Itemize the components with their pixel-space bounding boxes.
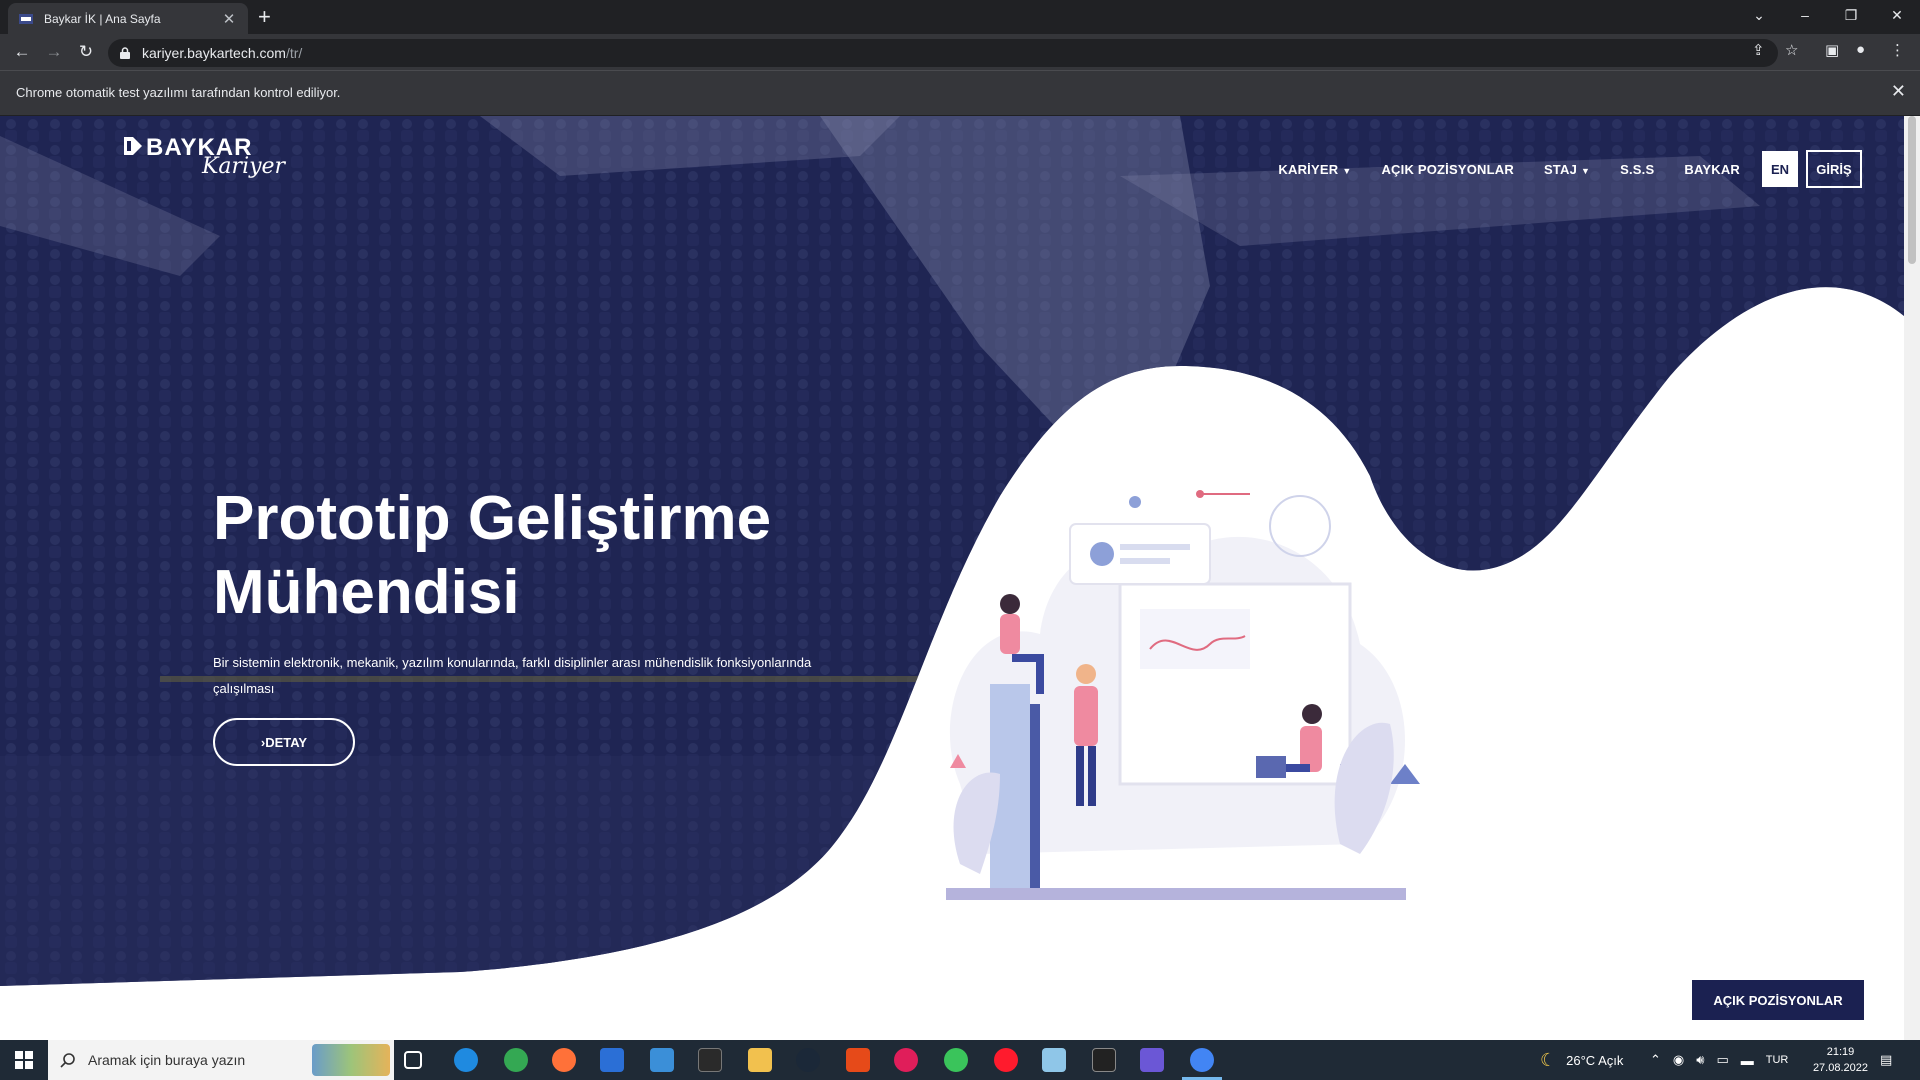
restore-button[interactable]: ❐ <box>1828 0 1874 30</box>
team-illustration <box>946 490 1420 900</box>
baykar-logo-mark-icon <box>124 137 142 155</box>
windows-logo-icon <box>15 1051 33 1069</box>
slack-icon[interactable] <box>894 1048 918 1072</box>
chevron-up-icon[interactable]: ⌃ <box>1650 1052 1661 1068</box>
browser-tabstrip: Baykar İK | Ana Sayfa ✕ + ⌄ – ❐ ✕ <box>0 0 1920 34</box>
open-positions-float-button[interactable]: AÇIK POZİSYONLAR <box>1692 980 1864 1020</box>
minimize-button[interactable]: – <box>1782 0 1828 30</box>
lock-icon <box>120 47 130 59</box>
windows-taskbar: Aramak için buraya yazın ☾ 26°C Açık ⌃ ◉… <box>0 1040 1920 1080</box>
browser-toolbar: ← → ↻ kariyer.baykartech.com/tr/ ⇪ ☆ ▣ ●… <box>0 34 1920 70</box>
search-placeholder: Aramak için buraya yazın <box>88 1052 246 1068</box>
volume-icon[interactable]: 🔊︎ <box>1696 1052 1704 1068</box>
telegram-icon[interactable] <box>944 1048 968 1072</box>
hero-description: Bir sistemin elektronik, mekanik, yazılı… <box>213 655 812 696</box>
main-nav: KARİYER ▼ AÇIK POZİSYONLAR STAJ ▼ S.S.S BA… <box>1248 150 1862 188</box>
windows-start-button[interactable] <box>0 1040 48 1080</box>
opera-icon[interactable] <box>994 1048 1018 1072</box>
new-tab-button[interactable]: + <box>258 6 271 28</box>
jetbrains-icon[interactable] <box>1140 1048 1164 1072</box>
address-bar[interactable]: kariyer.baykartech.com/tr/ <box>108 39 1778 67</box>
clock-date: 27.08.2022 <box>1812 1062 1868 1074</box>
nav-sss[interactable]: S.S.S <box>1620 162 1654 177</box>
weather-text: 26°C Açık <box>1566 1052 1624 1068</box>
taskbar-clock[interactable]: 21:19 27.08.2022 <box>1813 1044 1868 1076</box>
system-tray: ⌃ ◉ 🔊︎ ▭ ▬ TUR <box>1650 1040 1788 1080</box>
nav-kariyer-label: KARİYER <box>1278 161 1339 177</box>
reload-button[interactable]: ↻ <box>74 41 98 65</box>
nav-staj[interactable]: STAJ ▼ <box>1544 162 1590 177</box>
steam-icon[interactable] <box>796 1048 820 1072</box>
scrollbar-thumb[interactable] <box>1908 116 1916 264</box>
firefox-icon[interactable] <box>552 1048 576 1072</box>
weather-widget[interactable]: ☾ 26°C Açık <box>1540 1040 1623 1080</box>
tab-search-icon[interactable]: ⌄ <box>1736 0 1782 30</box>
chrome-icon[interactable] <box>1190 1048 1214 1072</box>
close-window-button[interactable]: ✕ <box>1874 0 1920 30</box>
url-path: /tr/ <box>285 45 303 61</box>
terminal-icon[interactable] <box>1092 1048 1116 1072</box>
automation-infobar: Chrome otomatik test yazılımı tarafından… <box>0 70 1920 116</box>
mail-icon[interactable] <box>650 1048 674 1072</box>
language-button[interactable]: EN <box>1762 151 1798 187</box>
moon-icon: ☾ <box>1540 1049 1557 1070</box>
infobar-message: Chrome otomatik test yazılımı tarafından… <box>16 85 341 100</box>
menu-kebab-icon[interactable]: ⋮ <box>1890 41 1905 59</box>
login-button[interactable]: GİRİŞ <box>1806 150 1862 188</box>
side-panel-icon[interactable]: ▣ <box>1825 41 1839 59</box>
chrome-canary-icon[interactable] <box>504 1048 528 1072</box>
notification-center-icon[interactable]: ▤ <box>1880 1040 1892 1080</box>
url-host: kariyer.baykartech.com <box>142 45 286 61</box>
task-view-icon[interactable] <box>404 1051 422 1069</box>
forward-button[interactable]: → <box>42 41 66 65</box>
tab-title: Baykar İK | Ana Sayfa <box>44 11 161 26</box>
clock-time: 21:19 <box>1826 1046 1855 1058</box>
nav-staj-label: STAJ <box>1543 161 1578 177</box>
file-explorer-icon[interactable] <box>748 1048 772 1072</box>
nav-baykar[interactable]: BAYKAR <box>1684 162 1740 177</box>
chevron-down-icon: ▼ <box>1342 165 1352 176</box>
page-viewport: BAYKAR Kariyer KARİYER ▼ AÇIK POZİSYONLAR… <box>0 116 1904 1040</box>
taskbar-search[interactable]: Aramak için buraya yazın <box>48 1040 394 1080</box>
network-icon[interactable]: ▭ <box>1716 1052 1728 1068</box>
back-button[interactable]: ← <box>10 41 34 65</box>
epic-games-icon[interactable] <box>698 1048 722 1072</box>
page-scrollbar[interactable] <box>1904 116 1920 1040</box>
search-icon <box>60 1053 75 1068</box>
share-icon[interactable]: ⇪ <box>1752 41 1765 59</box>
hero-title: Prototip Geliştirme Mühendisi <box>213 484 772 627</box>
battery-icon[interactable]: ▬ <box>1741 1053 1754 1068</box>
input-language[interactable]: TUR <box>1766 1054 1789 1066</box>
nav-acik-pozisyonlar[interactable]: AÇIK POZİSYONLAR <box>1381 162 1513 177</box>
office-icon[interactable] <box>846 1048 870 1072</box>
baykar-logo[interactable]: BAYKAR Kariyer <box>124 134 285 179</box>
bookmark-star-icon[interactable]: ☆ <box>1785 41 1798 59</box>
search-highlight-image <box>312 1044 390 1076</box>
infobar-close-icon[interactable]: ✕ <box>1891 81 1906 102</box>
chevron-down-icon: ▼ <box>1581 165 1591 176</box>
browser-tab[interactable]: Baykar İK | Ana Sayfa ✕ <box>8 3 248 34</box>
profile-icon[interactable]: ● <box>1856 41 1865 58</box>
nav-kariyer[interactable]: KARİYER ▼ <box>1278 162 1351 177</box>
logo-script: Kariyer <box>202 154 286 179</box>
baykar-favicon-icon <box>19 13 33 24</box>
tab-close-icon[interactable]: ✕ <box>220 10 238 28</box>
notepad-icon[interactable] <box>1042 1048 1066 1072</box>
edge-icon[interactable] <box>454 1048 478 1072</box>
detail-button[interactable]: ›DETAY <box>213 718 355 766</box>
record-icon[interactable]: ◉ <box>1673 1052 1684 1068</box>
store-icon[interactable] <box>600 1048 624 1072</box>
